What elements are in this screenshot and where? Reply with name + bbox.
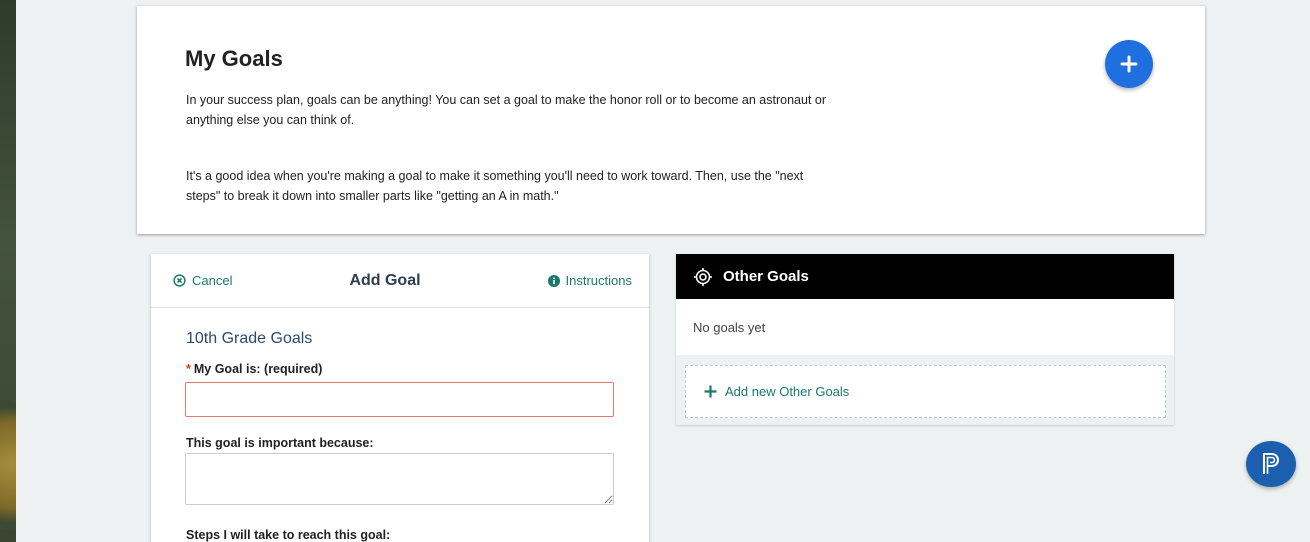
required-marker: * (186, 362, 191, 376)
target-icon (694, 267, 712, 286)
plus-icon (1120, 55, 1138, 73)
grade-section-title: 10th Grade Goals (186, 330, 313, 347)
plus-icon (704, 385, 717, 398)
info-icon (547, 274, 560, 287)
form-header: Cancel Add Goal Instructions (151, 254, 649, 308)
instructions-button[interactable]: Instructions (547, 273, 632, 288)
steps-field-label: Steps I will take to reach this goal: (186, 528, 391, 542)
goals-intro-card: My Goals In your success plan, goals can… (137, 6, 1205, 234)
reason-textarea[interactable] (185, 453, 614, 505)
reason-field-label: This goal is important because: (186, 436, 374, 450)
add-goal-button[interactable] (1105, 40, 1153, 88)
add-other-goal-area: Add new Other Goals (676, 355, 1174, 425)
form-title-text: Add Goal (349, 272, 421, 289)
intro-paragraph-1: In your success plan, goals can be anyth… (186, 93, 826, 127)
add-goal-form: Cancel Add Goal Instructions 10th Grade … (151, 254, 649, 542)
add-other-goal-button[interactable]: Add new Other Goals (685, 365, 1166, 418)
other-goals-title: Other Goals (723, 268, 809, 285)
instructions-label: Instructions (565, 273, 632, 288)
other-goals-header: Other Goals (676, 254, 1174, 299)
powerschool-logo-button[interactable] (1246, 441, 1296, 487)
empty-state-text: No goals yet (693, 320, 766, 335)
main-content: My Goals In your success plan, goals can… (16, 0, 1310, 542)
intro-paragraph-2: It's a good idea when you're making a go… (186, 169, 804, 203)
goal-field-label: * My Goal is: (required) (186, 362, 322, 376)
powerschool-p-icon (1263, 453, 1279, 474)
other-goals-panel: Other Goals No goals yet Add new Other G… (676, 254, 1174, 425)
goal-input[interactable] (185, 382, 614, 417)
add-other-goal-label: Add new Other Goals (725, 384, 850, 399)
page-title: My Goals (185, 46, 283, 71)
goal-label-text: My Goal is: (required) (193, 362, 323, 376)
